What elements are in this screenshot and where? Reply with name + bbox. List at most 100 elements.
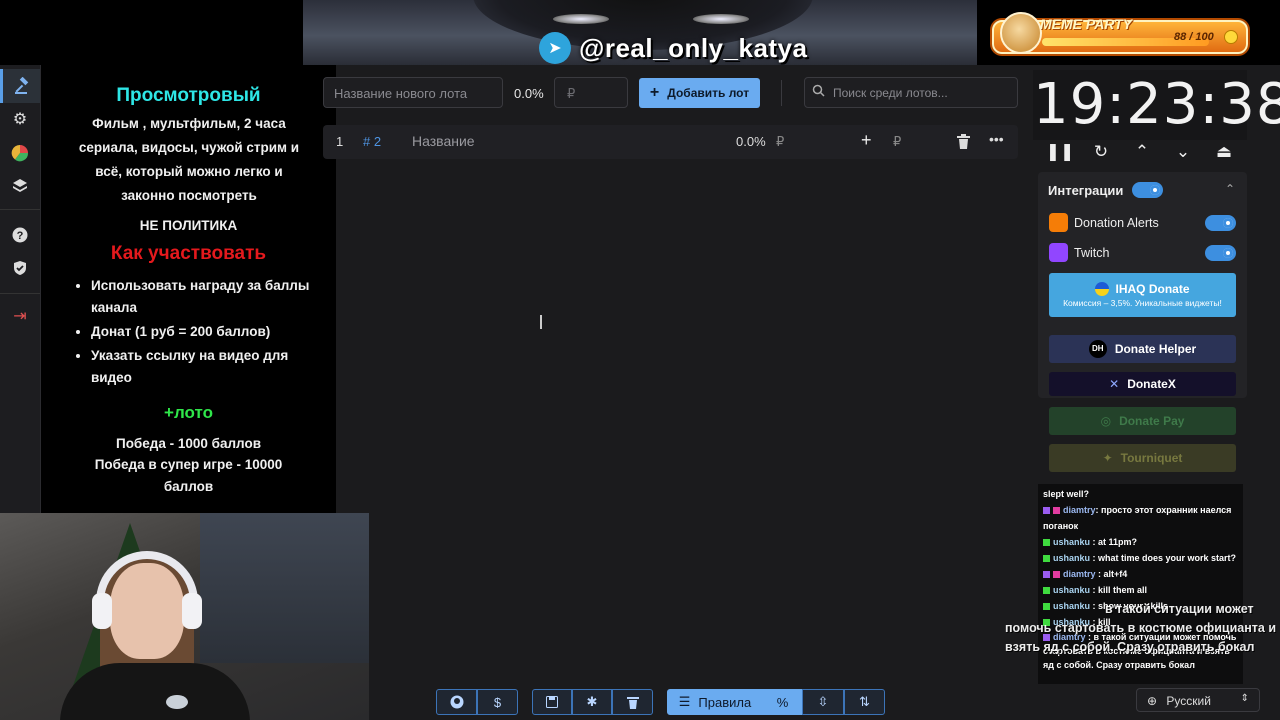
donatex-title: DonateX: [1127, 377, 1176, 391]
chat-message: ushanku : kill them all: [1043, 582, 1238, 598]
meme-party-count: 88 / 100: [1174, 31, 1214, 43]
dollar-icon[interactable]: $: [477, 689, 518, 715]
toolbar-divider: [781, 80, 782, 106]
tourniquet-title: Tourniquet: [1120, 451, 1183, 465]
rules-prize-1: Победа - 1000 баллов: [115, 436, 262, 451]
rules-panel: Просмотровый Фильм , мультфильм, 2 часа …: [41, 65, 336, 515]
donate-helper-card[interactable]: DH Donate Helper: [1049, 335, 1236, 363]
github-icon[interactable]: [436, 689, 477, 715]
logout-icon[interactable]: ⇥: [0, 299, 40, 333]
webcam-overlay: [0, 513, 369, 720]
headphone-cup: [92, 593, 112, 629]
chevron-up-icon[interactable]: ⌃: [1225, 182, 1235, 196]
microphone-icon: [166, 695, 188, 709]
lot-sum-input[interactable]: ₽: [776, 134, 784, 150]
list-item: Использовать награду за баллы канала: [91, 275, 331, 319]
donation-alerts-label: Donation Alerts: [1074, 216, 1159, 230]
chat-ghost-line: в такой ситуации может: [1105, 602, 1254, 616]
gavel-icon[interactable]: [0, 69, 40, 103]
bug-icon[interactable]: ✱: [572, 689, 612, 715]
restart-icon[interactable]: ↻: [1087, 141, 1115, 163]
rules-how-title: Как участвовать: [110, 243, 267, 264]
rules-loto-title: +лото: [164, 403, 213, 422]
rules-button-label: Правила: [698, 694, 752, 710]
rules-prize-2: Победа в супер игре - 10000 баллов: [94, 457, 283, 494]
search-input[interactable]: Поиск среди лотов...: [804, 77, 1018, 108]
rules-how-list: Использовать награду за баллы канала Дон…: [41, 275, 331, 391]
rules-button[interactable]: ☰ Правила: [667, 689, 763, 715]
pie-chart-icon[interactable]: [0, 136, 40, 170]
new-lot-name-input[interactable]: Название нового лота: [323, 77, 503, 108]
help-icon[interactable]: ?: [0, 218, 40, 252]
chat-message: slept well?: [1043, 489, 1090, 499]
save-icon[interactable]: [532, 689, 572, 715]
telegram-handle: ➤ @real_only_katya: [539, 32, 807, 64]
new-lot-sum-input[interactable]: ₽: [554, 77, 628, 108]
pause-icon[interactable]: ❚❚: [1046, 141, 1075, 163]
banner-eye: [553, 14, 609, 24]
donate-helper-icon: DH: [1088, 340, 1107, 358]
headphone-cup: [182, 593, 202, 629]
chevron-up-icon[interactable]: ⌃: [1128, 141, 1156, 163]
list-item: Указать ссылку на видео для видео: [91, 345, 331, 389]
double-chevron-up-icon[interactable]: ⏏: [1210, 141, 1238, 163]
percent-icon[interactable]: %: [763, 689, 802, 715]
new-lot-percent: 0.0%: [514, 86, 544, 101]
twitch-icon: [1049, 243, 1068, 262]
integrations-toggle[interactable]: [1132, 182, 1163, 198]
banner-eye: [693, 14, 749, 24]
lot-add-sum-input[interactable]: ₽: [893, 134, 901, 150]
text-cursor-icon: [540, 315, 542, 329]
rules-title: Просмотровый: [116, 85, 261, 106]
telegram-handle-text: @real_only_katya: [579, 32, 808, 63]
delete-all-icon[interactable]: [612, 689, 653, 715]
add-lot-button[interactable]: + Добавить лот: [639, 78, 760, 108]
donation-alerts-toggle[interactable]: [1205, 215, 1236, 231]
plus-icon[interactable]: +: [861, 130, 872, 151]
donate-pay-card[interactable]: ◎ Donate Pay: [1049, 407, 1236, 435]
ukraine-flag-icon: [1095, 282, 1110, 296]
donate-helper-title: Donate Helper: [1114, 342, 1197, 356]
list-icon: ☰: [678, 694, 691, 709]
chevron-updown-icon: ⇕: [1240, 693, 1249, 704]
chat-ghost-line: помочь стартовать в костюме официанта и: [1005, 621, 1277, 635]
donate-pay-icon: ◎: [1100, 414, 1112, 428]
lot-percent: 0.0%: [736, 134, 766, 149]
lot-index: 1: [336, 134, 344, 149]
donate-pay-title: Donate Pay: [1119, 414, 1185, 428]
layers-icon[interactable]: [0, 169, 40, 203]
timer-display: 19:23:38: [1033, 70, 1280, 140]
donation-alerts-icon: [1049, 213, 1068, 232]
telegram-icon: ➤: [539, 32, 571, 64]
donatex-card[interactable]: ✕ DonateX: [1049, 372, 1236, 396]
svg-text:?: ?: [17, 230, 24, 242]
webcam-window: [200, 513, 369, 663]
donatex-icon: ✕: [1109, 377, 1120, 391]
sort-icon[interactable]: ⇅: [844, 689, 885, 715]
banner-image: ➤ @real_only_katya: [303, 0, 977, 65]
doge-icon: [1000, 12, 1042, 54]
integrations-title: Интеграции: [1048, 183, 1124, 198]
chevron-down-icon[interactable]: ⌄: [1169, 141, 1197, 163]
chat-ghost-message: в такой ситуации может помочь стартовать…: [1005, 600, 1280, 657]
language-select[interactable]: ⊕ Русский ⇕: [1136, 688, 1260, 712]
search-icon: [812, 84, 825, 100]
ihaq-donate-title: IHAQ Donate: [1115, 282, 1190, 296]
table-row: 1 # 2 Название 0.0% ₽ + ₽ •••: [323, 125, 1018, 159]
sidebar-divider: [0, 209, 40, 210]
globe-icon: ⊕: [1147, 694, 1158, 708]
trash-icon[interactable]: [957, 134, 970, 152]
lot-name-input[interactable]: Название: [412, 133, 475, 149]
sidebar-divider: [0, 293, 40, 294]
more-icon[interactable]: •••: [989, 131, 1004, 147]
list-item: Донат (1 руб = 200 баллов): [91, 321, 331, 343]
shield-check-icon[interactable]: [0, 251, 40, 285]
twitch-label: Twitch: [1074, 246, 1110, 260]
chat-message: ushanku : at 11pm?: [1043, 534, 1238, 550]
twitch-toggle[interactable]: [1205, 245, 1236, 261]
ihaq-donate-card[interactable]: IHAQ Donate Комиссия – 3,5%. Уникальные …: [1049, 273, 1236, 317]
gear-icon[interactable]: ⚙: [0, 102, 40, 136]
rules-no-politics: НЕ ПОЛИТИКА: [139, 218, 238, 233]
split-icon[interactable]: ⇳: [802, 689, 844, 715]
tourniquet-card[interactable]: ✦ Tourniquet: [1049, 444, 1236, 472]
